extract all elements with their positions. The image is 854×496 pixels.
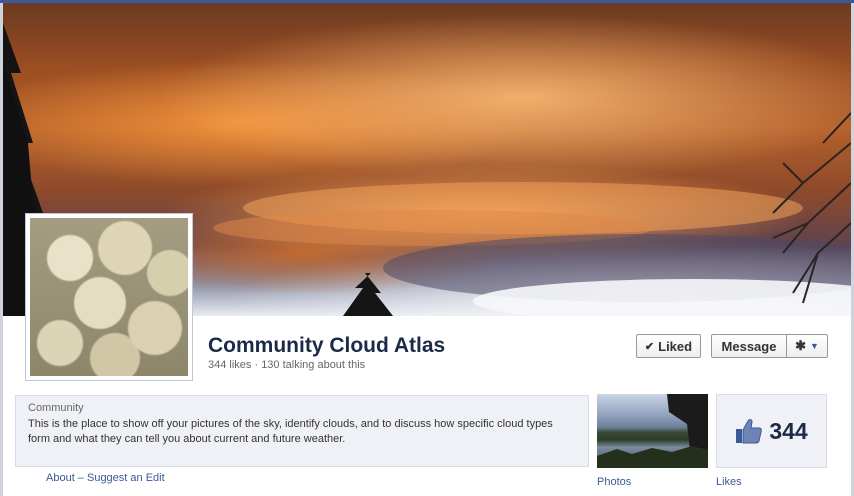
photos-thumbnail[interactable] [597, 394, 708, 468]
likes-box[interactable]: 344 [716, 394, 827, 468]
photos-label[interactable]: Photos [597, 476, 631, 488]
about-box: Community This is the place to show off … [15, 395, 589, 467]
about-link[interactable]: About [46, 472, 75, 484]
page-description: This is the place to show off your pictu… [28, 418, 553, 445]
about-links: About – Suggest an Edit [46, 472, 165, 484]
suggest-edit-link[interactable]: Suggest an Edit [87, 472, 165, 484]
check-icon: ✔ [644, 340, 655, 353]
photos-thumbnail-scenery [597, 394, 708, 468]
gear-icon: ✱ [795, 338, 806, 353]
liked-button-label: Liked [658, 338, 693, 354]
page-title: Community Cloud Atlas [208, 334, 446, 357]
link-separator: – [74, 472, 87, 484]
page-stats: 344 likes · 130 talking about this [208, 359, 366, 371]
likes-label[interactable]: Likes [716, 476, 742, 488]
profile-picture-image [30, 218, 188, 376]
thumbs-up-icon [736, 419, 763, 444]
settings-dropdown-button[interactable]: ✱ ▼ [786, 334, 828, 358]
message-button[interactable]: Message [711, 334, 786, 358]
profile-picture[interactable] [25, 213, 193, 381]
caret-down-icon: ▼ [809, 341, 819, 351]
message-button-label: Message [721, 338, 777, 354]
page-category: Community [28, 402, 84, 414]
likes-count: 344 [769, 417, 808, 444]
liked-button[interactable]: ✔ Liked [636, 334, 701, 358]
